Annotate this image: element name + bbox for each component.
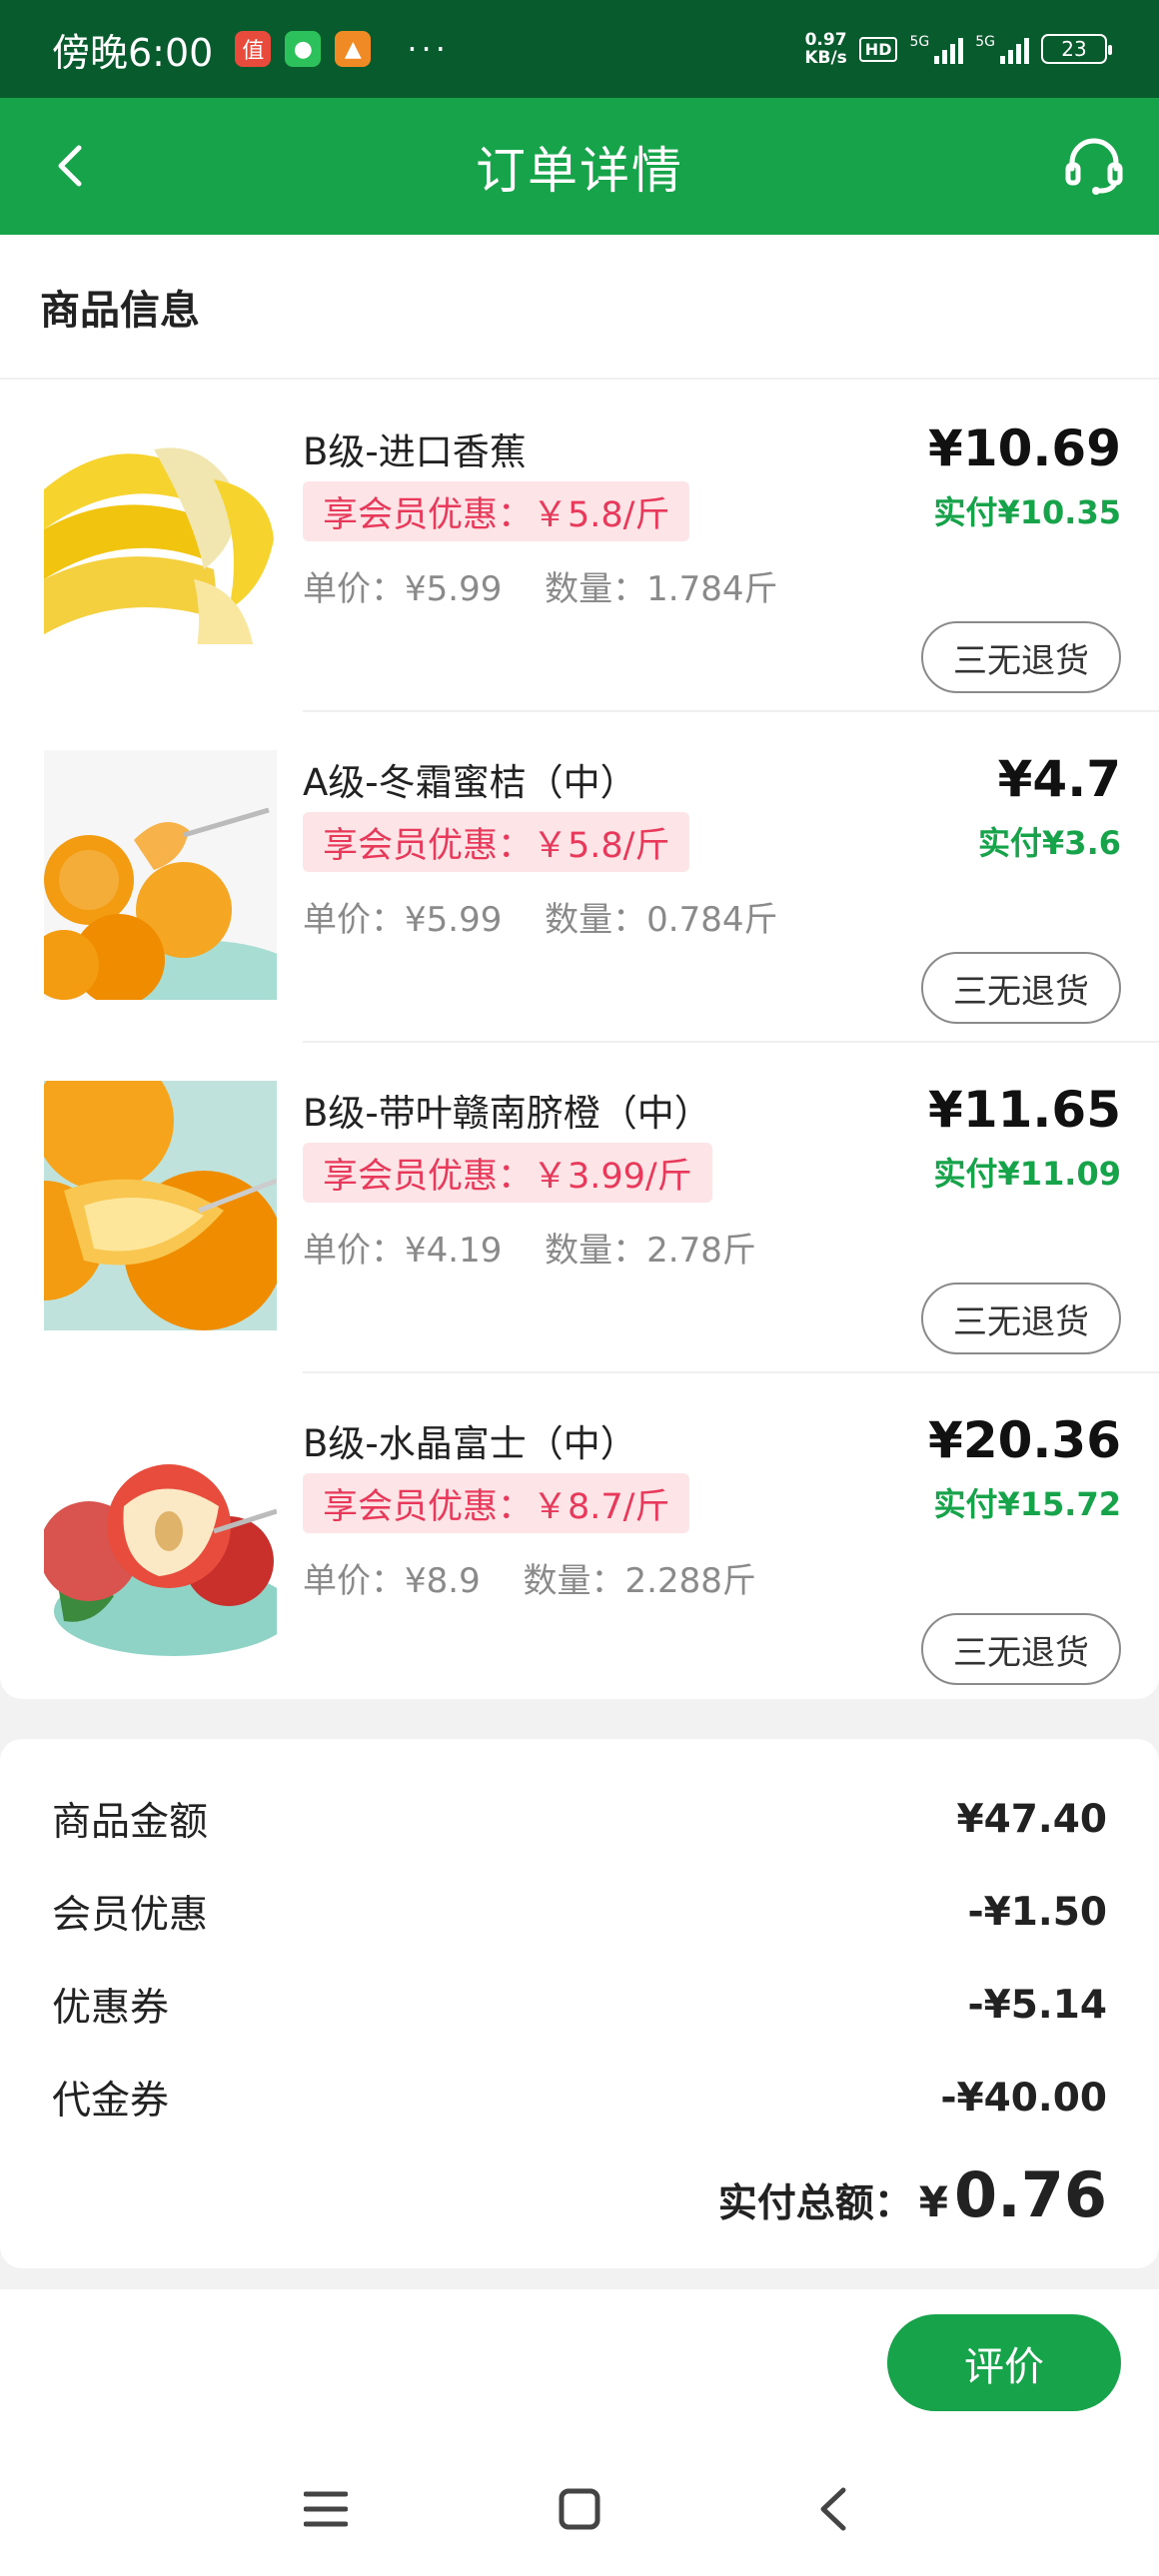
quantity: 2.288斤 (624, 1561, 756, 1601)
member-discount-badge: 享会员优惠：￥8.7/斤 (303, 1473, 690, 1533)
unit-price-label: 单价： (303, 569, 405, 609)
product-name: B级-进口香蕉 (303, 430, 527, 473)
product-item[interactable]: B级-进口香蕉 享会员优惠：￥5.8/斤 单价：¥5.99 数量：1.784斤 … (0, 382, 1159, 712)
total-amount: 0.76 (954, 2158, 1107, 2231)
quantity: 1.784斤 (646, 569, 778, 609)
product-image-apple (44, 1411, 277, 1661)
paid-amount: 实付¥10.35 (933, 493, 1122, 531)
app-header: 订单详情 (0, 98, 1159, 235)
member-discount-badge: 享会员优惠：￥3.99/斤 (303, 1143, 712, 1203)
summary-label: 代金券 (52, 2079, 170, 2124)
order-detail-screen: 傍晚6:00 值 ● ▲ ··· 0.97 KB/s HD 5G 5G 23 订… (0, 0, 1159, 2576)
product-image-tangerine (44, 750, 277, 1000)
nav-menu-button[interactable] (296, 2479, 356, 2539)
battery-icon: 23 (1041, 34, 1112, 64)
total-currency: ¥ (918, 2177, 949, 2226)
signal-icon: 5G (909, 34, 964, 64)
paid-amount: 实付¥15.72 (933, 1485, 1122, 1523)
member-discount-badge: 享会员优惠：￥5.8/斤 (303, 481, 690, 541)
paid-amount: 实付¥3.6 (978, 824, 1121, 862)
product-name: B级-带叶赣南脐橙（中） (303, 1092, 711, 1135)
quantity-label: 数量： (545, 900, 647, 940)
chevron-left-icon (58, 145, 82, 187)
system-nav-bar (0, 2439, 1159, 2576)
unit-price: ¥5.99 (405, 569, 503, 609)
unit-price-label: 单价： (303, 900, 405, 940)
unit-price-label: 单价： (303, 1231, 405, 1271)
customer-service-button[interactable] (1059, 130, 1129, 200)
member-discount-badge: 享会员优惠：￥5.8/斤 (303, 812, 690, 872)
summary-row-member-discount: 会员优惠 -¥1.50 (52, 1882, 1107, 1942)
nav-back-button[interactable] (802, 2479, 862, 2539)
product-meta: 单价：¥5.99 数量：1.784斤 (303, 561, 778, 610)
summary-label: 会员优惠 (52, 1893, 209, 1938)
summary-value: ¥47.40 (956, 1796, 1108, 1842)
signal-type-label: 5G (975, 34, 995, 50)
quantity-label: 数量： (545, 569, 647, 609)
product-image-banana (44, 420, 277, 669)
product-price: ¥4.7 (997, 750, 1121, 808)
back-triangle-icon (820, 2487, 846, 2531)
product-meta: 单价：¥8.9 数量：2.288斤 (303, 1553, 756, 1602)
notification-app-icon: 值 (235, 31, 272, 67)
review-button[interactable]: 评价 (887, 2314, 1121, 2411)
product-meta: 单价：¥4.19 数量：2.78斤 (303, 1223, 756, 1272)
wechat-icon: ● (285, 31, 322, 67)
home-square-icon (559, 2488, 600, 2530)
product-image-orange (44, 1081, 277, 1330)
headset-icon (1065, 138, 1123, 195)
unit-price: ¥4.19 (405, 1231, 503, 1271)
unit-price: ¥8.9 (405, 1561, 481, 1601)
product-name: B级-水晶富士（中） (303, 1422, 637, 1465)
paid-amount: 实付¥11.09 (933, 1155, 1122, 1193)
product-name: A级-冬霜蜜桔（中） (303, 761, 637, 804)
return-button[interactable]: 三无退货 (921, 1283, 1121, 1354)
notification-app-icon: ▲ (335, 31, 372, 67)
signal-icon: 5G (975, 34, 1029, 64)
bottom-action-bar: 评价 (0, 2289, 1159, 2439)
product-price: ¥11.65 (928, 1081, 1121, 1139)
summary-label: 商品金额 (52, 1800, 209, 1845)
network-speed: 0.97 KB/s (804, 31, 846, 67)
product-item[interactable]: B级-水晶富士（中） 享会员优惠：￥8.7/斤 单价：¥8.9 数量：2.288… (0, 1373, 1159, 1704)
product-item[interactable]: B级-带叶赣南脐橙（中） 享会员优惠：￥3.99/斤 单价：¥4.19 数量：2… (0, 1043, 1159, 1373)
product-price: ¥10.69 (928, 420, 1121, 477)
back-button[interactable] (40, 136, 100, 196)
product-info-card: 商品信息 B级-进口香蕉 享会员优惠：￥5.8/斤 单价：¥5.99 数量：1.… (0, 235, 1159, 1699)
product-item[interactable]: A级-冬霜蜜桔（中） 享会员优惠：￥5.8/斤 单价：¥5.99 数量：0.78… (0, 712, 1159, 1043)
unit-price-label: 单价： (303, 1561, 405, 1601)
network-speed-unit: KB/s (804, 48, 847, 68)
status-time: 傍晚6:00 (52, 30, 214, 75)
status-bar: 傍晚6:00 值 ● ▲ ··· 0.97 KB/s HD 5G 5G 23 (0, 0, 1159, 98)
return-button[interactable]: 三无退货 (921, 1613, 1121, 1685)
unit-price: ¥5.99 (405, 900, 503, 940)
section-title: 商品信息 (0, 235, 1159, 380)
summary-row-voucher: 代金券 -¥40.00 (52, 2068, 1107, 2128)
total-label: 实付总额： (717, 2181, 913, 2226)
menu-icon (304, 2491, 348, 2527)
quantity: 0.784斤 (646, 900, 778, 940)
summary-value: -¥1.50 (967, 1889, 1107, 1935)
total-paid: 实付总额： ¥ 0.76 (718, 2158, 1107, 2231)
network-speed-value: 0.97 (804, 30, 847, 50)
summary-row-goods-amount: 商品金额 ¥47.40 (52, 1789, 1107, 1849)
hd-voice-icon: HD (858, 36, 898, 62)
summary-label: 优惠券 (52, 1986, 170, 2031)
order-summary-card: 商品金额 ¥47.40 会员优惠 -¥1.50 优惠券 -¥5.14 代金券 -… (0, 1739, 1159, 2268)
product-price: ¥20.36 (928, 1411, 1121, 1469)
more-notifications-icon: ··· (407, 30, 450, 68)
summary-value: -¥40.00 (940, 2075, 1107, 2121)
quantity-label: 数量： (545, 1231, 647, 1271)
page-title: 订单详情 (476, 141, 683, 200)
return-button[interactable]: 三无退货 (921, 621, 1121, 693)
summary-value: -¥5.14 (967, 1982, 1107, 2028)
nav-home-button[interactable] (550, 2479, 609, 2539)
quantity-label: 数量： (523, 1561, 625, 1601)
summary-row-coupon: 优惠券 -¥5.14 (52, 1975, 1107, 2035)
return-button[interactable]: 三无退货 (921, 952, 1121, 1024)
signal-type-label: 5G (909, 34, 930, 50)
status-right-group: 0.97 KB/s HD 5G 5G 23 (804, 31, 1112, 67)
product-meta: 单价：¥5.99 数量：0.784斤 (303, 892, 778, 941)
quantity: 2.78斤 (646, 1231, 756, 1271)
